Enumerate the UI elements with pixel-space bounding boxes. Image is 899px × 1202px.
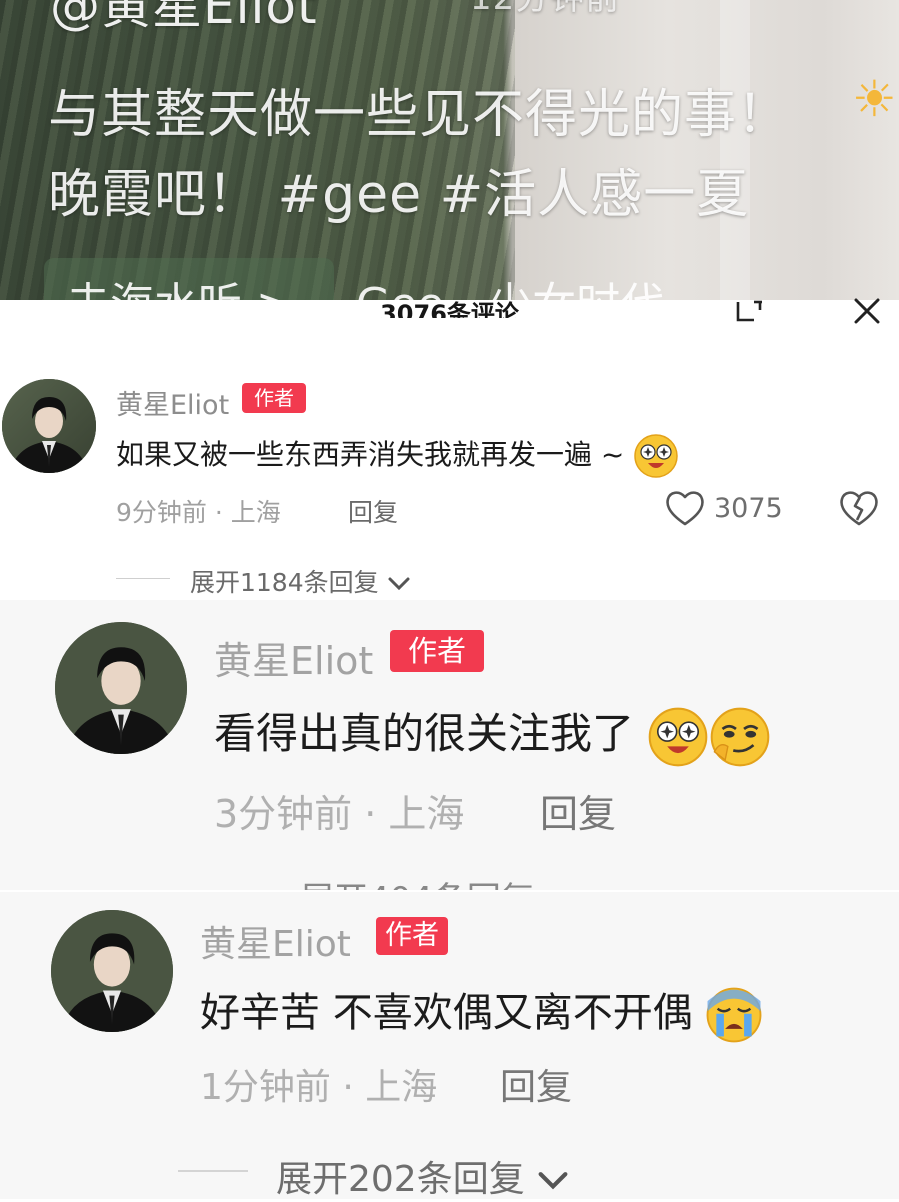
video-caption-line-1: 与其整天做一些见不得光的事！ xyxy=(48,85,791,145)
comment-author-name[interactable]: 黄星Eliot xyxy=(200,915,351,967)
comment-text: 看得出真的很关注我了 xyxy=(214,700,771,768)
reply-button[interactable]: 回复 xyxy=(348,493,398,529)
close-icon[interactable] xyxy=(852,298,882,324)
expand-replies-label: 展开202条回复 xyxy=(276,1159,525,1200)
author-badge: 作者 xyxy=(390,630,484,672)
avatar[interactable] xyxy=(2,379,96,473)
reply-button[interactable]: 回复 xyxy=(500,1058,572,1110)
sun-emoji: ☀ xyxy=(852,70,898,128)
smirk-emoji xyxy=(711,707,770,766)
comment-text-content: 好辛苦 不喜欢偶又离不开偶 xyxy=(200,990,693,1036)
video-posted-time: 12分钟前 xyxy=(470,0,620,19)
dislike-icon[interactable] xyxy=(838,488,880,528)
comment-text: 如果又被一些东西弄消失我就再发一遍 ~ xyxy=(116,433,679,479)
expand-icon[interactable] xyxy=(734,300,766,322)
video-caption-line-2: 晚霞吧！ #gee #活人感一夏 xyxy=(48,165,750,225)
divider xyxy=(178,1170,248,1172)
comment-author-name[interactable]: 黄星Eliot xyxy=(116,383,229,422)
comment-text-content: 看得出真的很关注我了 xyxy=(214,709,635,758)
like-count: 3075 xyxy=(714,493,783,524)
comment-count-label: 3076条评论 xyxy=(380,300,519,318)
divider xyxy=(116,578,170,579)
comment-time-location: 1分钟前 · 上海 xyxy=(200,1067,438,1108)
comment-author-name[interactable]: 黄星Eliot xyxy=(214,630,373,685)
comment-text: 好辛苦 不喜欢偶又离不开偶 xyxy=(200,980,763,1044)
author-badge: 作者 xyxy=(242,383,306,413)
heart-icon[interactable] xyxy=(664,488,706,528)
video-caption-area: @黄星Eliot 12分钟前 与其整天做一些见不得光的事！ ☀ 晚霞吧！ #ge… xyxy=(0,0,899,300)
expand-replies-button[interactable]: 展开1184条回复 xyxy=(190,563,411,599)
avatar[interactable] xyxy=(51,910,173,1032)
expand-replies-label: 展开1184条回复 xyxy=(190,568,379,597)
video-author-handle[interactable]: @黄星Eliot xyxy=(50,0,318,38)
chevron-down-icon xyxy=(388,577,410,591)
crying-emoji xyxy=(707,987,762,1043)
reply-button[interactable]: 回复 xyxy=(540,783,616,838)
chevron-down-icon xyxy=(538,1172,568,1190)
star-eyes-emoji xyxy=(634,434,679,478)
star-eyes-emoji xyxy=(649,707,708,766)
author-badge: 作者 xyxy=(376,917,448,955)
expand-replies-button[interactable]: 展开202条回复 xyxy=(276,1150,570,1202)
expand-replies-button[interactable]: 展开404条回复 xyxy=(300,876,620,890)
comment-time-location: 9分钟前 · 上海 xyxy=(116,498,281,527)
avatar[interactable] xyxy=(55,622,187,754)
expand-replies-label: 展开404条回复 xyxy=(300,880,535,890)
comment-time-location: 3分钟前 · 上海 xyxy=(214,792,465,836)
comment-text-content: 如果又被一些东西弄消失我就再发一遍 ~ xyxy=(116,438,625,471)
